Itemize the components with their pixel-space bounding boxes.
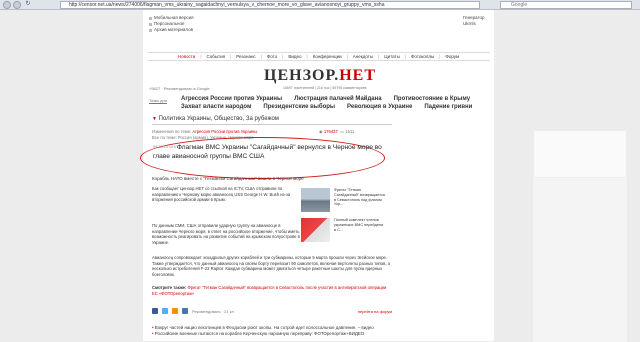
see-also-link[interactable]: Фрегат "Гетман Сагайдачный" возвращается…	[152, 285, 386, 296]
recommend-count: Рекомендовать · 21 кл	[192, 308, 234, 314]
forum-link[interactable]: перейти на форум	[358, 309, 392, 314]
related-thumbnail[interactable]	[301, 188, 330, 212]
breadcrumb-text[interactable]: Политика Украины, Общество, За рубежом	[159, 116, 279, 122]
nav-item[interactable]: Фотоколлы	[411, 53, 434, 60]
article-paragraph: По данным СМИ, США отправили ударную гру…	[152, 223, 300, 245]
reload-icon[interactable]: ↻	[24, 1, 32, 9]
site-logo[interactable]: ЦЕНЗОР.НЕТ	[264, 67, 376, 85]
back-button[interactable]	[3, 1, 11, 9]
nav-item[interactable]: События	[206, 53, 225, 60]
nav-item[interactable]: Видео	[288, 53, 301, 60]
nav-item[interactable]: Цитаты	[384, 53, 400, 60]
facebook-icon[interactable]	[152, 308, 158, 314]
hot-topic-link[interactable]: Люстрация палачей Майдана	[294, 95, 381, 103]
hot-topic-link[interactable]: Агрессия России против Украины	[181, 95, 282, 103]
nav-item[interactable]: Фото	[267, 53, 277, 60]
recommend-google-link[interactable]: +5827 · Рекомендовать в Google	[149, 86, 210, 91]
bullet-icon	[149, 22, 152, 26]
views-count: 176437	[323, 129, 338, 134]
hot-topic-link[interactable]: Революция в Украине	[347, 103, 412, 111]
share-row: Рекомендовать · 21 кл перейти на форум	[152, 307, 392, 315]
nav-item[interactable]: Анекдоты	[353, 53, 373, 60]
hot-topic-link[interactable]: Противостояние в Крыму	[394, 95, 470, 103]
browser-toolbar: ↻ http://censor.net.ua/news/274006/flagm…	[0, 0, 640, 10]
article-title: Флагман ВМС Украины "Сагайдачный" вернул…	[153, 144, 382, 160]
hot-topic-link[interactable]: Президентские выборы	[263, 103, 335, 111]
related-article[interactable]: Полный комплект членов украинских ВМС пе…	[301, 218, 386, 245]
comment-icon: ▭	[340, 129, 345, 134]
theme-link[interactable]: Агрессия России против Украины	[192, 129, 257, 134]
article-lead: Корабль НАТО вместе с "Гетманом Сагайдач…	[152, 176, 304, 181]
hot-topics-label: Темы дня	[149, 98, 167, 103]
nav-item[interactable]: Резонанс	[236, 53, 255, 60]
triangle-icon: ▼	[152, 116, 157, 122]
forward-button[interactable]	[13, 1, 21, 9]
right-link[interactable]: Ukrnls	[463, 21, 485, 27]
web-page: Мобильная версия Персональное Архив мате…	[140, 10, 627, 342]
user-links: Мобильная версия Персональное Архив мате…	[149, 15, 194, 33]
nav-item[interactable]: Форум	[445, 53, 459, 60]
article-paragraph: Авианосец сопровождает эскадрилья других…	[152, 255, 391, 277]
related-title[interactable]: Полный комплект членов украинских ВМС пе…	[334, 218, 386, 232]
right-links: Генератор Ukrnls	[463, 15, 485, 27]
related-article[interactable]: Фрегат "Гетман Сагайдачный" возвращается…	[301, 188, 386, 215]
hot-topic-link[interactable]: Падение гривни	[424, 103, 472, 111]
site-stats: 16697 посетителей | 216 тыс | 59795 комм…	[283, 86, 367, 90]
list-item[interactable]: Российские военные пытаются на корабле К…	[152, 331, 392, 337]
news-list: Вокруг частей нацио пехотинцев в Феодоси…	[152, 325, 392, 337]
nav-item[interactable]: Новости	[178, 53, 195, 60]
right-sidebar-banner[interactable]	[533, 130, 627, 178]
user-link[interactable]: Архив материалов	[149, 27, 194, 33]
related-title[interactable]: Фрегат "Гетман Сагайдачный" возвращается…	[334, 188, 386, 207]
hot-topics: Агрессия России против Украины Люстрация…	[181, 95, 491, 111]
see-also: Смотрите также: Фрегат "Гетман Сагайдачн…	[152, 285, 387, 296]
hot-topic-link[interactable]: Захват власти народом	[181, 103, 251, 111]
bullet-icon	[149, 28, 152, 32]
odnoklassniki-icon[interactable]	[172, 308, 178, 314]
breadcrumb: ▼ Политика Украины, Общество, За рубежом	[152, 116, 392, 125]
article-stats: ◉ 176437 ▭ 1511	[319, 129, 354, 134]
search-input[interactable]: Google	[500, 1, 632, 9]
comments-count[interactable]: 1511	[345, 129, 354, 134]
related-thumbnail[interactable]	[301, 218, 330, 242]
bullet-icon	[149, 16, 152, 20]
address-bar[interactable]: http://censor.net.ua/news/274006/flagman…	[60, 1, 480, 9]
eye-icon: ◉	[319, 129, 323, 134]
main-nav: Новости | События | Резонанс | Фото | Видео |…	[147, 52, 490, 61]
nav-item[interactable]: Конференции	[313, 53, 342, 60]
twitter-icon[interactable]	[162, 308, 168, 314]
article-paragraph: Как сообщает Цензор.НЕТ со ссылкой на IC…	[152, 186, 291, 203]
vk-icon[interactable]	[182, 308, 188, 314]
